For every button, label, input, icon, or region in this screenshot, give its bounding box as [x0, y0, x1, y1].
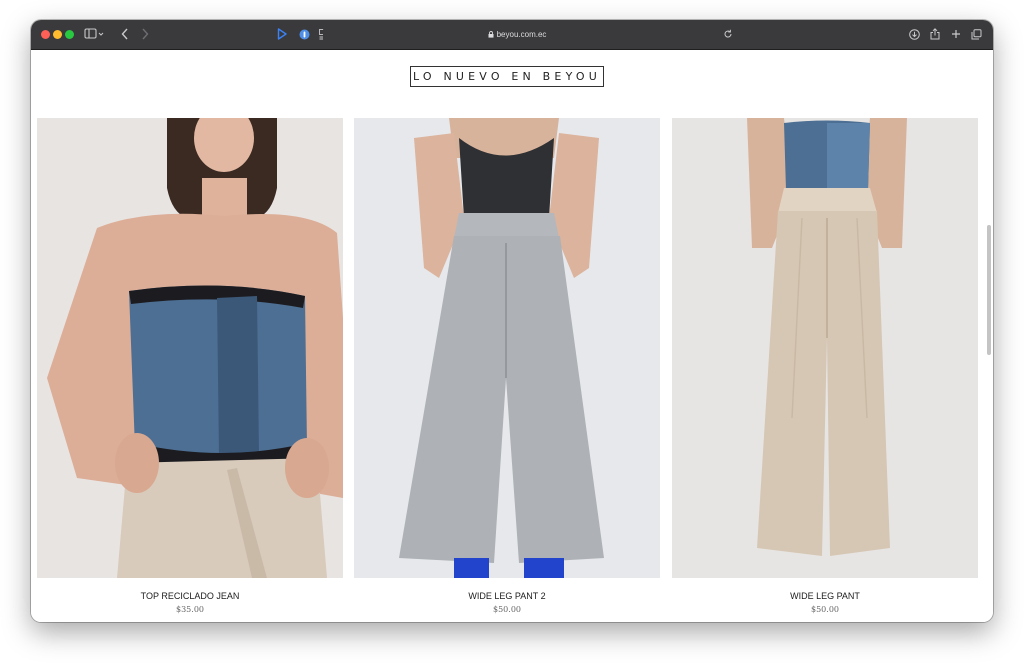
sidebar-toggle-icon[interactable]	[84, 26, 104, 42]
product-name[interactable]: WIDE LEG PANT	[672, 591, 978, 601]
product-card[interactable]: WIDE LEG PANT 2 $50.00	[354, 118, 660, 614]
product-image[interactable]	[37, 118, 343, 578]
back-icon[interactable]	[120, 26, 130, 42]
address-bar[interactable]: beyou.com.ec	[323, 25, 732, 44]
minimize-window-button[interactable]	[53, 30, 62, 39]
url-text: beyou.com.ec	[496, 30, 547, 39]
page-content: LO NUEVO EN BEYOU TOP RECICLADO JEAN $35…	[31, 50, 993, 622]
section-heading: LO NUEVO EN BEYOU	[410, 66, 604, 87]
password-extension-icon[interactable]	[298, 26, 310, 42]
product-image[interactable]	[354, 118, 660, 578]
product-price: $50.00	[493, 605, 521, 614]
product-name[interactable]: TOP RECICLADO JEAN	[37, 591, 343, 601]
lock-icon	[488, 31, 494, 38]
page-scrollbar[interactable]	[987, 225, 991, 355]
product-name[interactable]: WIDE LEG PANT 2	[354, 591, 660, 601]
close-window-button[interactable]	[41, 30, 50, 39]
product-price: $35.00	[176, 605, 204, 614]
browser-toolbar: beyou.com.ec	[31, 20, 993, 50]
zoom-window-button[interactable]	[65, 30, 74, 39]
forward-icon[interactable]	[140, 26, 150, 42]
reload-icon[interactable]	[723, 29, 733, 41]
product-card[interactable]: TOP RECICLADO JEAN $35.00	[37, 118, 343, 614]
tab-overview-icon[interactable]	[970, 26, 982, 42]
share-icon[interactable]	[929, 26, 941, 42]
product-card[interactable]: WIDE LEG PANT $50.00	[672, 118, 978, 614]
product-image[interactable]	[672, 118, 978, 578]
play-extension-icon[interactable]	[276, 26, 288, 42]
product-price: $50.00	[811, 605, 839, 614]
browser-window: beyou.com.ec LO NUEVO EN BEYOU TOP RECIC…	[31, 20, 993, 622]
new-tab-icon[interactable]	[950, 26, 962, 42]
downloads-icon[interactable]	[908, 26, 920, 42]
